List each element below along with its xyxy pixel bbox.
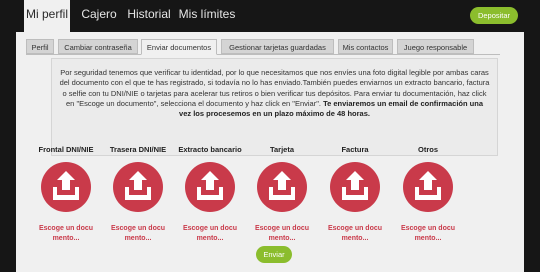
send-button[interactable]: Enviar bbox=[256, 246, 292, 263]
tab-mis-contactos[interactable]: Mis contactos bbox=[338, 39, 393, 54]
choose-document-link-line2: mento... bbox=[196, 234, 224, 242]
document-title: Otros bbox=[417, 145, 438, 154]
choose-document-link-line2: mento... bbox=[414, 234, 442, 242]
upload-tray-icon[interactable] bbox=[257, 162, 307, 212]
upload-tray-icon[interactable] bbox=[113, 162, 163, 212]
document-title: Frontal DNI/NIE bbox=[38, 145, 94, 154]
choose-document-link-line1: Escoge un docu bbox=[182, 225, 238, 232]
top-tab-mis-limites[interactable]: Mis límites bbox=[176, 0, 238, 29]
top-tab-mi-perfil[interactable]: Mi perfil bbox=[24, 0, 70, 32]
upload-tray-icon[interactable] bbox=[41, 162, 91, 212]
document-slot: Trasera DNI/NIE Escoge un docu mento... bbox=[105, 144, 171, 243]
choose-document-link[interactable]: Escoge un docu mento... bbox=[177, 224, 243, 243]
top-tab-cajero[interactable]: Cajero bbox=[78, 0, 120, 29]
choose-document-link-line2: mento... bbox=[341, 234, 369, 242]
choose-document-link-line1: Escoge un docu bbox=[110, 225, 166, 232]
tab-enviar-documentos[interactable]: Enviar documentos bbox=[141, 39, 217, 55]
choose-document-link-line2: mento... bbox=[52, 234, 80, 242]
document-slot: Factura Escoge un docu mento... bbox=[322, 144, 388, 243]
document-title: Factura bbox=[341, 145, 369, 154]
document-title: Tarjeta bbox=[269, 145, 295, 154]
tab-gestionar-tarjetas[interactable]: Gestionar tarjetas guardadas bbox=[221, 39, 334, 54]
tab-juego-responsable[interactable]: Juego responsable bbox=[397, 39, 474, 54]
upload-tray-icon[interactable] bbox=[185, 162, 235, 212]
choose-document-link[interactable]: Escoge un docu mento... bbox=[322, 224, 388, 243]
document-slot: Frontal DNI/NIE Escoge un docu mento... bbox=[33, 144, 99, 243]
choose-document-link[interactable]: Escoge un docu mento... bbox=[33, 224, 99, 243]
verification-info-box: Por seguridad tenemos que verificar tu i… bbox=[51, 58, 498, 156]
tab-cambiar-contrasena[interactable]: Cambiar contraseña bbox=[58, 39, 138, 54]
choose-document-link-line1: Escoge un docu bbox=[327, 225, 383, 232]
choose-document-link-line1: Escoge un docu bbox=[38, 225, 94, 232]
document-slot: Otros Escoge un docu mento... bbox=[395, 144, 461, 243]
document-slot: Tarjeta Escoge un docu mento... bbox=[249, 144, 315, 243]
choose-document-link-line1: Escoge un docu bbox=[400, 225, 456, 232]
content-panel: Perfil Cambiar contraseña Enviar documen… bbox=[16, 32, 524, 272]
choose-document-link[interactable]: Escoge un docu mento... bbox=[105, 224, 171, 243]
choose-document-link[interactable]: Escoge un docu mento... bbox=[395, 224, 461, 243]
top-tab-historial[interactable]: Historial bbox=[122, 0, 176, 29]
upload-tray-icon[interactable] bbox=[330, 162, 380, 212]
upload-tray-icon[interactable] bbox=[403, 162, 453, 212]
document-title: Trasera DNI/NIE bbox=[109, 145, 167, 154]
choose-document-link-line2: mento... bbox=[268, 234, 296, 242]
top-navigation: Mi perfil Cajero Historial Mis límites D… bbox=[16, 0, 524, 32]
choose-document-link[interactable]: Escoge un docu mento... bbox=[249, 224, 315, 243]
deposit-button[interactable]: Depositar bbox=[470, 7, 518, 24]
choose-document-link-line1: Escoge un docu bbox=[254, 225, 310, 232]
document-title: Extracto bancario bbox=[178, 145, 242, 154]
tab-perfil[interactable]: Perfil bbox=[26, 39, 54, 54]
document-slot: Extracto bancario Escoge un docu mento... bbox=[177, 144, 243, 243]
choose-document-link-line2: mento... bbox=[124, 234, 152, 242]
